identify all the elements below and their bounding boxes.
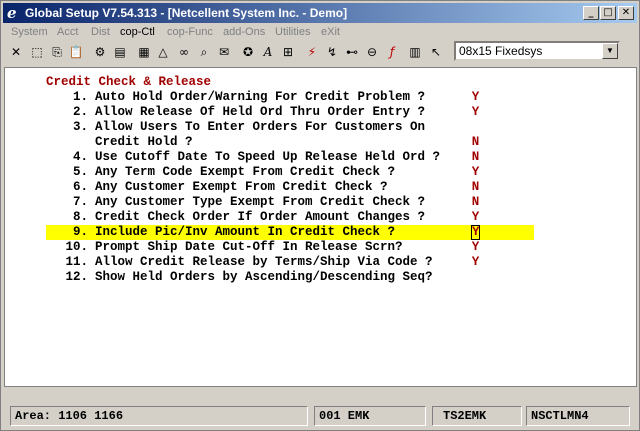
- menu-system[interactable]: System: [11, 26, 48, 38]
- option-row[interactable]: 10. Prompt Ship Date Cut-Off In Release S…: [46, 240, 534, 255]
- gear-icon[interactable]: ⚙: [91, 42, 109, 62]
- menu-exit[interactable]: eXit: [321, 26, 340, 38]
- minimize-button[interactable]: _: [583, 6, 599, 20]
- option-row[interactable]: 6. Any Customer Exempt From Credit Check …: [46, 180, 534, 195]
- function-icon[interactable]: ƒ: [383, 42, 401, 62]
- option-value[interactable]: Y: [471, 165, 480, 180]
- font-select-value: 08x15 Fixedsys: [459, 44, 543, 58]
- option-row[interactable]: 12. Show Held Orders by Ascending/Descend…: [46, 270, 534, 285]
- status-company: TS2EMK: [432, 406, 522, 426]
- menu-dist[interactable]: Dist: [91, 26, 110, 38]
- menu-add-ons[interactable]: add-Ons: [223, 26, 265, 38]
- binoculars-icon[interactable]: ∞: [175, 42, 193, 62]
- option-value[interactable]: N: [471, 150, 480, 165]
- status-area: Area: 1106 1166: [10, 406, 308, 426]
- menu-cop-func[interactable]: cop-Func: [167, 26, 213, 38]
- option-value[interactable]: Y: [471, 210, 480, 225]
- select-icon[interactable]: ⬚: [28, 42, 46, 62]
- help-icon[interactable]: ⊖: [363, 42, 381, 62]
- help-pointer-icon[interactable]: ↖: [427, 42, 445, 62]
- status-program: NSCTLMN4: [526, 406, 630, 426]
- menu-utilities[interactable]: Utilities: [275, 26, 310, 38]
- option-row[interactable]: 8. Credit Check Order If Order Amount Cha…: [46, 210, 534, 225]
- app-logo-icon: e: [7, 4, 17, 22]
- option-row[interactable]: 2. Allow Release Of Held Ord Thru Order E…: [46, 105, 534, 120]
- bell-icon[interactable]: △: [154, 42, 172, 62]
- lightning-icon[interactable]: ⚡: [303, 42, 321, 62]
- settings-icon[interactable]: ▤: [111, 42, 129, 62]
- option-row[interactable]: 1. Auto Hold Order/Warning For Credit Pro…: [46, 90, 534, 105]
- toolbar: ✕ ⬚ ⎘ 📋 ⚙ ▤ ▦ △ ∞ ⌕ ✉ ✪ A ⊞ ⚡ ↯ ⊷ ⊖ ƒ ▥ …: [3, 41, 637, 63]
- status-bar: Area: 1106 1166 001 EMK TS2EMK NSCTLMN4: [4, 404, 637, 428]
- option-value[interactable]: Y: [471, 90, 480, 105]
- font-icon[interactable]: ✪: [239, 42, 257, 62]
- menu-acct[interactable]: Acct: [57, 26, 78, 38]
- screen-heading: Credit Check & Release: [46, 75, 212, 89]
- title-bar[interactable]: e Global Setup V7.54.313 - [Netcellent S…: [3, 3, 637, 23]
- font-select[interactable]: 08x15 Fixedsys ▼: [454, 41, 620, 61]
- option-value-cursor[interactable]: Y: [471, 225, 480, 240]
- copy-icon[interactable]: ⎘: [48, 42, 66, 62]
- option-value[interactable]: N: [471, 180, 480, 195]
- zoom-icon[interactable]: ⌕: [195, 42, 213, 62]
- option-value[interactable]: N: [471, 135, 480, 150]
- option-row[interactable]: 3. Allow Users To Enter Orders For Custom…: [46, 120, 534, 135]
- option-row[interactable]: 4. Use Cutoff Date To Speed Up Release He…: [46, 150, 534, 165]
- maximize-button[interactable]: □: [600, 6, 616, 20]
- mail-icon[interactable]: ✉: [215, 42, 233, 62]
- calc-icon[interactable]: ↯: [323, 42, 341, 62]
- status-user: 001 EMK: [314, 406, 426, 426]
- link-icon[interactable]: ⊷: [343, 42, 361, 62]
- option-value[interactable]: Y: [471, 255, 480, 270]
- option-continuation: Credit Hold ?: [95, 135, 193, 149]
- close-icon[interactable]: ✕: [7, 42, 25, 62]
- paste-icon[interactable]: 📋: [67, 42, 85, 62]
- menu-cop-ctl[interactable]: cop-Ctl: [120, 26, 155, 38]
- menu-bar: System Acct Dist cop-Ctl cop-Func add-On…: [3, 24, 637, 42]
- list-icon[interactable]: ▥: [406, 42, 424, 62]
- graph-icon[interactable]: ⊞: [279, 42, 297, 62]
- chevron-down-icon[interactable]: ▼: [602, 43, 618, 59]
- note-icon[interactable]: ▦: [135, 42, 153, 62]
- app-window: e Global Setup V7.54.313 - [Netcellent S…: [0, 0, 640, 431]
- terminal-screen[interactable]: Credit Check & Release 1. Auto Hold Order…: [4, 67, 637, 387]
- option-row[interactable]: 5. Any Term Code Exempt From Credit Check…: [46, 165, 534, 180]
- option-row[interactable]: 7. Any Customer Type Exempt From Credit C…: [46, 195, 534, 210]
- close-window-button[interactable]: ✕: [618, 6, 634, 20]
- option-row[interactable]: 11. Allow Credit Release by Terms/Ship Vi…: [46, 255, 534, 270]
- option-row-selected[interactable]: 9. Include Pic/Inv Amount In Credit Check…: [46, 225, 534, 240]
- option-value[interactable]: Y: [471, 105, 480, 120]
- option-value[interactable]: N: [471, 195, 480, 210]
- window-title: Global Setup V7.54.313 - [Netcellent Sys…: [25, 6, 348, 20]
- option-value[interactable]: Y: [471, 240, 480, 255]
- font-style-icon[interactable]: A: [259, 42, 277, 62]
